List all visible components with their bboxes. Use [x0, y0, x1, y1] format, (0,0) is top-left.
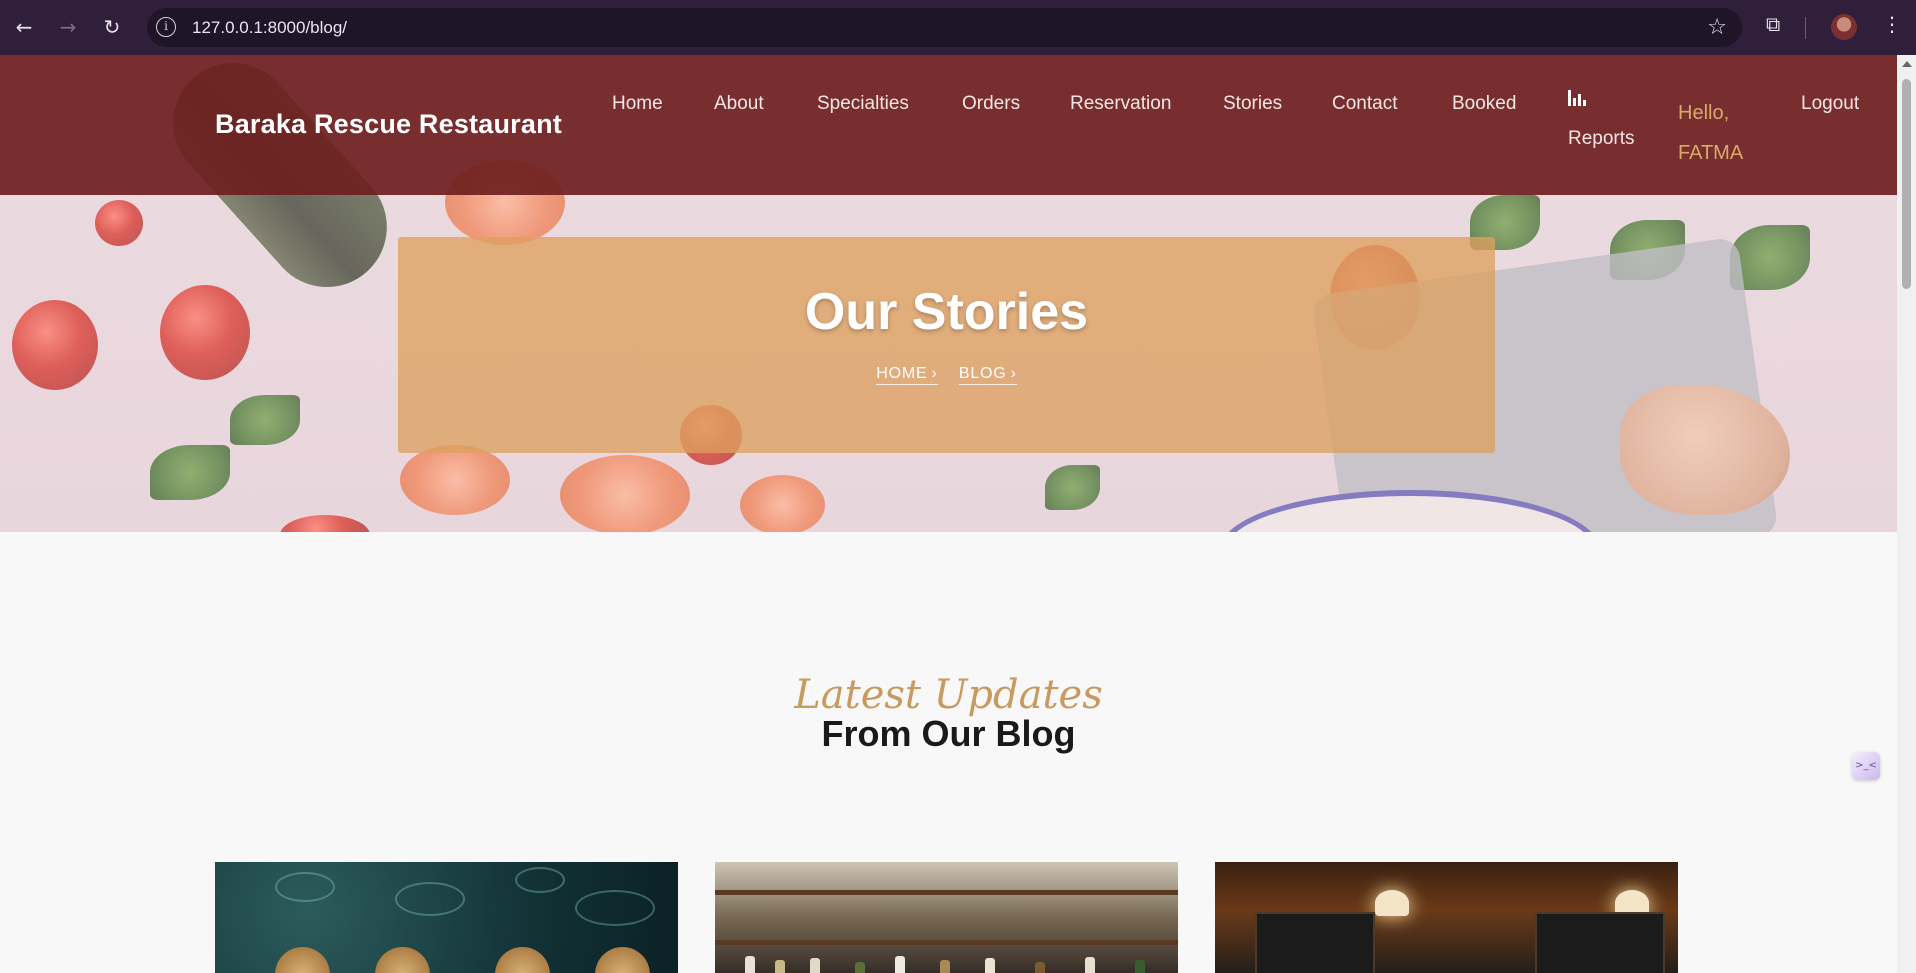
- page-title: Our Stories: [804, 283, 1089, 341]
- greeting-hello: Hello,: [1678, 102, 1730, 124]
- breadcrumb: HOME › BLOG ›: [398, 365, 1495, 385]
- back-arrow-icon[interactable]: ←: [10, 13, 38, 41]
- bookmark-star-icon[interactable]: ☆: [1707, 15, 1727, 40]
- menu-kebab-icon[interactable]: ⋮: [1882, 12, 1902, 36]
- nav-link-stories[interactable]: Stories: [1223, 93, 1282, 115]
- site-navbar: Baraka Rescue Restaurant Home About Spec…: [0, 55, 1897, 195]
- nav-link-reservation[interactable]: Reservation: [1070, 93, 1171, 115]
- bar-chart-icon[interactable]: [1568, 90, 1588, 106]
- hero-title-panel: Our Stories HOME › BLOG ›: [398, 237, 1495, 453]
- floating-chat-widget-icon[interactable]: >_<: [1852, 752, 1880, 780]
- nav-link-reports[interactable]: Reports: [1568, 128, 1635, 150]
- nav-link-contact[interactable]: Contact: [1332, 93, 1397, 115]
- nav-link-about[interactable]: About: [714, 93, 764, 115]
- section-heading: From Our Blog: [821, 713, 1076, 754]
- extensions-icon[interactable]: ⧉: [1766, 12, 1780, 36]
- nav-link-home[interactable]: Home: [612, 93, 663, 115]
- breadcrumb-blog[interactable]: BLOG ›: [958, 365, 1017, 385]
- section-subheading: Latest Updates: [794, 672, 1103, 718]
- url-text[interactable]: 127.0.0.1:8000/blog/: [192, 18, 347, 38]
- chevron-right-icon: ›: [931, 365, 938, 382]
- address-bar[interactable]: i 127.0.0.1:8000/blog/ ☆: [147, 8, 1742, 47]
- browser-toolbar: ← → ↻ i 127.0.0.1:8000/blog/ ☆ ⧉ ⋮: [0, 0, 1916, 55]
- scroll-up-arrow-icon[interactable]: [1902, 61, 1912, 67]
- blog-card-image[interactable]: [215, 862, 678, 973]
- blog-card-image[interactable]: [1215, 862, 1678, 973]
- site-info-icon[interactable]: i: [156, 17, 176, 37]
- nav-link-logout[interactable]: Logout: [1801, 93, 1859, 115]
- forward-arrow-icon[interactable]: →: [54, 13, 82, 41]
- toolbar-divider: [1805, 17, 1806, 39]
- nav-link-specialties[interactable]: Specialties: [817, 93, 909, 115]
- scrollbar-thumb[interactable]: [1902, 79, 1911, 289]
- brand-logo-text[interactable]: Baraka Rescue Restaurant: [215, 109, 562, 140]
- nav-link-booked[interactable]: Booked: [1452, 93, 1516, 115]
- reload-icon[interactable]: ↻: [98, 13, 126, 41]
- blog-card-image[interactable]: [715, 862, 1178, 973]
- greeting-username: FATMA: [1678, 142, 1744, 164]
- breadcrumb-home[interactable]: HOME ›: [876, 365, 938, 385]
- page-scrollbar[interactable]: [1897, 55, 1916, 973]
- page-viewport: Baraka Rescue Restaurant Home About Spec…: [0, 55, 1897, 973]
- chevron-right-icon: ›: [1010, 365, 1017, 382]
- profile-avatar[interactable]: [1831, 14, 1857, 40]
- nav-link-orders[interactable]: Orders: [962, 93, 1020, 115]
- user-greeting: Hello, FATMA: [1678, 93, 1743, 173]
